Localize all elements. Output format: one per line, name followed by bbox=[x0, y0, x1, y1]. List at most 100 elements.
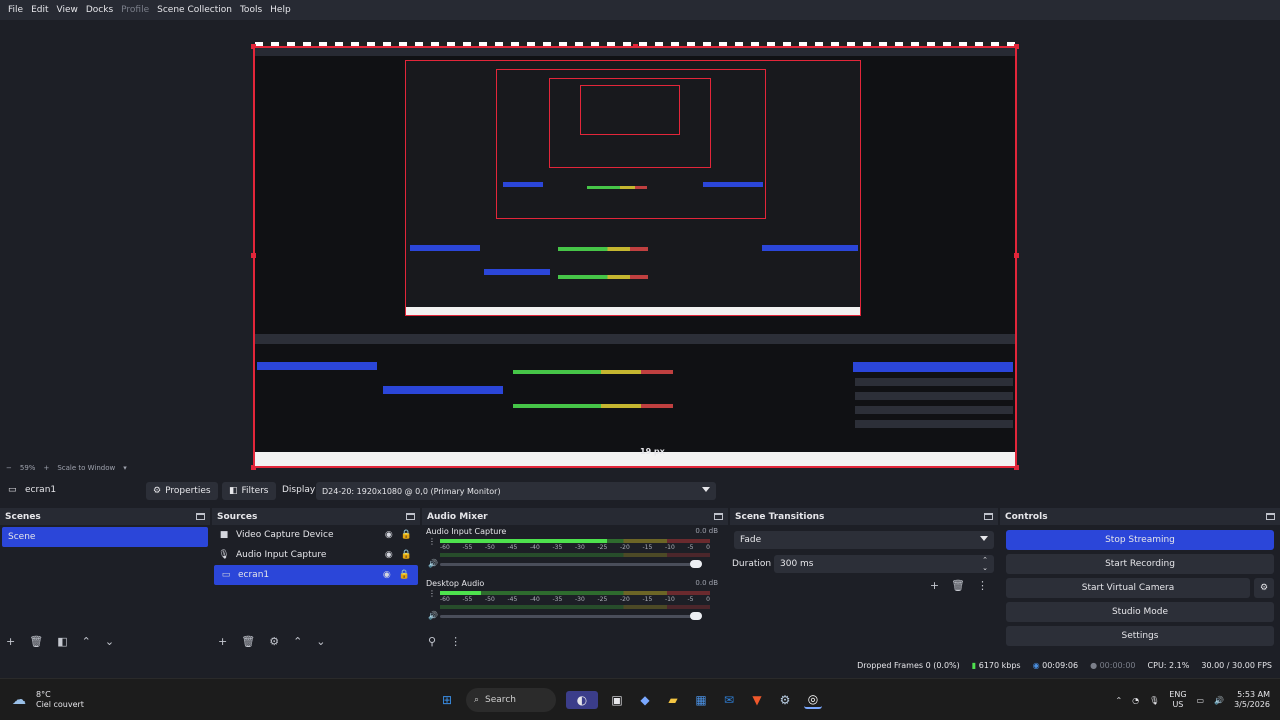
steam-icon[interactable]: ⚙ bbox=[776, 691, 794, 709]
captured-taskbar bbox=[255, 452, 1015, 466]
speaker-icon[interactable]: 🔊 bbox=[428, 611, 438, 620]
nested-preview-level1 bbox=[405, 60, 861, 316]
scene-transitions-dock: Scene Transitions Fade Duration 300 ms ⌃… bbox=[730, 508, 998, 652]
menu-profile[interactable]: Profile bbox=[117, 5, 153, 15]
link-icon[interactable]: ⚲ bbox=[428, 635, 436, 648]
stop-streaming-button[interactable]: Stop Streaming bbox=[1006, 530, 1274, 550]
resize-handle[interactable] bbox=[251, 253, 256, 258]
menu-scene-collection[interactable]: Scene Collection bbox=[153, 5, 236, 15]
zoom-minus-icon[interactable]: − bbox=[6, 464, 12, 472]
undock-icon[interactable] bbox=[196, 513, 205, 520]
studio-mode-button[interactable]: Studio Mode bbox=[1006, 602, 1274, 622]
virtual-camera-settings-button[interactable]: ⚙ bbox=[1254, 578, 1274, 598]
meter-tick-label: -40 bbox=[530, 544, 540, 551]
menu-view[interactable]: View bbox=[53, 5, 82, 15]
widgets-icon[interactable]: ◐ bbox=[566, 691, 598, 709]
task-view-icon[interactable]: ▣ bbox=[608, 691, 626, 709]
source-item[interactable]: 🎙 Audio Input Capture ◉ 🔒 bbox=[212, 545, 420, 565]
more-vertical-icon[interactable]: ⋮ bbox=[977, 579, 988, 592]
chevron-down-icon[interactable]: ▾ bbox=[123, 464, 127, 472]
clock-time: 5:53 AM bbox=[1237, 690, 1270, 699]
spin-arrows-icon[interactable]: ⌃ ⌄ bbox=[982, 556, 988, 572]
captured-control bbox=[855, 392, 1013, 400]
weather-widget[interactable]: ☁ 8°C Ciel couvert bbox=[12, 679, 84, 720]
microphone-icon: 🎙 bbox=[218, 550, 230, 560]
eye-icon[interactable]: ◉ bbox=[385, 550, 393, 560]
resize-handle[interactable] bbox=[1014, 253, 1019, 258]
preview-area[interactable]: 19 px bbox=[0, 20, 1280, 470]
start-virtual-camera-button[interactable]: Start Virtual Camera bbox=[1006, 578, 1250, 598]
filters-button[interactable]: ◧ Filters bbox=[222, 482, 276, 500]
undock-icon[interactable] bbox=[984, 513, 993, 520]
undock-icon[interactable] bbox=[406, 513, 415, 520]
taskbar-search[interactable]: ⌕ Search bbox=[466, 688, 556, 712]
menu-file[interactable]: File bbox=[4, 5, 27, 15]
volume-slider[interactable] bbox=[440, 560, 702, 568]
move-up-icon[interactable]: ⌃ bbox=[82, 635, 91, 648]
calendar-icon[interactable]: ▦ bbox=[692, 691, 710, 709]
scale-mode[interactable]: Scale to Window bbox=[57, 464, 115, 472]
properties-button[interactable]: ⚙ Properties bbox=[146, 482, 218, 500]
windows-start-icon[interactable]: ⊞ bbox=[438, 691, 456, 709]
move-down-icon[interactable]: ⌄ bbox=[105, 635, 114, 648]
language-indicator[interactable]: ENG US bbox=[1169, 690, 1186, 710]
add-icon[interactable]: + bbox=[6, 635, 15, 648]
settings-button[interactable]: Settings bbox=[1006, 626, 1274, 646]
microphone-icon[interactable]: 🎙 bbox=[1149, 696, 1159, 705]
display-icon[interactable]: ▭ bbox=[1197, 696, 1205, 705]
volume-icon[interactable]: 🔊 bbox=[1214, 696, 1224, 705]
audio-mixer-body: Audio Input Capture 0.0 dB ⋮ -60 -55 -50 -4… bbox=[422, 525, 728, 652]
trash-icon[interactable]: 🗑 bbox=[241, 635, 255, 648]
taskbar-center: ⊞ ⌕ Search ◐ ▣ ◆ ▰ ▦ ✉ ▼ ⚙ ◎ bbox=[438, 679, 822, 720]
file-explorer-icon[interactable]: ▰ bbox=[664, 691, 682, 709]
app-icon[interactable]: ◆ bbox=[636, 691, 654, 709]
gear-icon[interactable]: ⚙ bbox=[269, 635, 279, 648]
clock[interactable]: 5:53 AM 3/5/2026 bbox=[1234, 690, 1270, 710]
menu-tools[interactable]: Tools bbox=[236, 5, 266, 15]
more-vertical-icon[interactable]: ⋮ bbox=[428, 589, 436, 598]
speaker-icon[interactable]: 🔊 bbox=[428, 559, 438, 568]
eye-icon[interactable]: ◉ bbox=[385, 530, 393, 540]
add-icon[interactable]: + bbox=[930, 579, 939, 592]
lock-icon[interactable]: 🔒 bbox=[399, 570, 410, 580]
transition-select[interactable]: Fade bbox=[734, 531, 994, 549]
menu-help[interactable]: Help bbox=[266, 5, 295, 15]
scene-item[interactable]: Scene bbox=[2, 527, 208, 547]
volume-knob[interactable] bbox=[690, 612, 702, 620]
duration-input[interactable]: 300 ms ⌃ ⌄ bbox=[774, 555, 994, 573]
network-icon[interactable]: ◔ bbox=[1132, 696, 1139, 705]
lock-icon[interactable]: 🔒 bbox=[401, 550, 412, 560]
meter-tick-label: -50 bbox=[485, 596, 495, 603]
trash-icon[interactable]: 🗑 bbox=[951, 579, 965, 592]
volume-knob[interactable] bbox=[690, 560, 702, 568]
menu-docks[interactable]: Docks bbox=[82, 5, 117, 15]
filter-icon: ◧ bbox=[229, 486, 238, 496]
display-select[interactable]: D24-20: 1920x1080 @ 0,0 (Primary Monitor… bbox=[316, 482, 716, 500]
zoom-plus-icon[interactable]: + bbox=[43, 464, 49, 472]
obs-icon[interactable]: ◎ bbox=[804, 691, 822, 709]
captured-control bbox=[855, 420, 1013, 428]
more-vertical-icon[interactable]: ⋮ bbox=[450, 635, 461, 648]
menu-edit[interactable]: Edit bbox=[27, 5, 52, 15]
meter-tick-label: -15 bbox=[642, 596, 653, 603]
undock-icon[interactable] bbox=[1266, 513, 1275, 520]
preview-canvas[interactable] bbox=[251, 42, 1019, 470]
source-item[interactable]: ▭ ecran1 ◉ 🔒 bbox=[214, 565, 418, 585]
brave-browser-icon[interactable]: ▼ bbox=[748, 691, 766, 709]
lock-icon[interactable]: 🔒 bbox=[401, 530, 412, 540]
undock-icon[interactable] bbox=[714, 513, 723, 520]
outlook-icon[interactable]: ✉ bbox=[720, 691, 738, 709]
eye-icon[interactable]: ◉ bbox=[383, 570, 391, 580]
transition-select-value: Fade bbox=[740, 535, 762, 545]
start-recording-button[interactable]: Start Recording bbox=[1006, 554, 1274, 574]
more-vertical-icon[interactable]: ⋮ bbox=[428, 537, 436, 546]
volume-slider[interactable] bbox=[440, 612, 702, 620]
gear-icon: ⚙ bbox=[153, 486, 162, 496]
move-up-icon[interactable]: ⌃ bbox=[293, 635, 302, 648]
add-icon[interactable]: + bbox=[218, 635, 227, 648]
move-down-icon[interactable]: ⌄ bbox=[316, 635, 325, 648]
source-item[interactable]: ■ Video Capture Device ◉ 🔒 bbox=[212, 525, 420, 545]
trash-icon[interactable]: 🗑 bbox=[29, 635, 43, 648]
filter-icon[interactable]: ◧ bbox=[57, 635, 67, 648]
chevron-up-icon[interactable]: ⌃ bbox=[1115, 696, 1122, 705]
